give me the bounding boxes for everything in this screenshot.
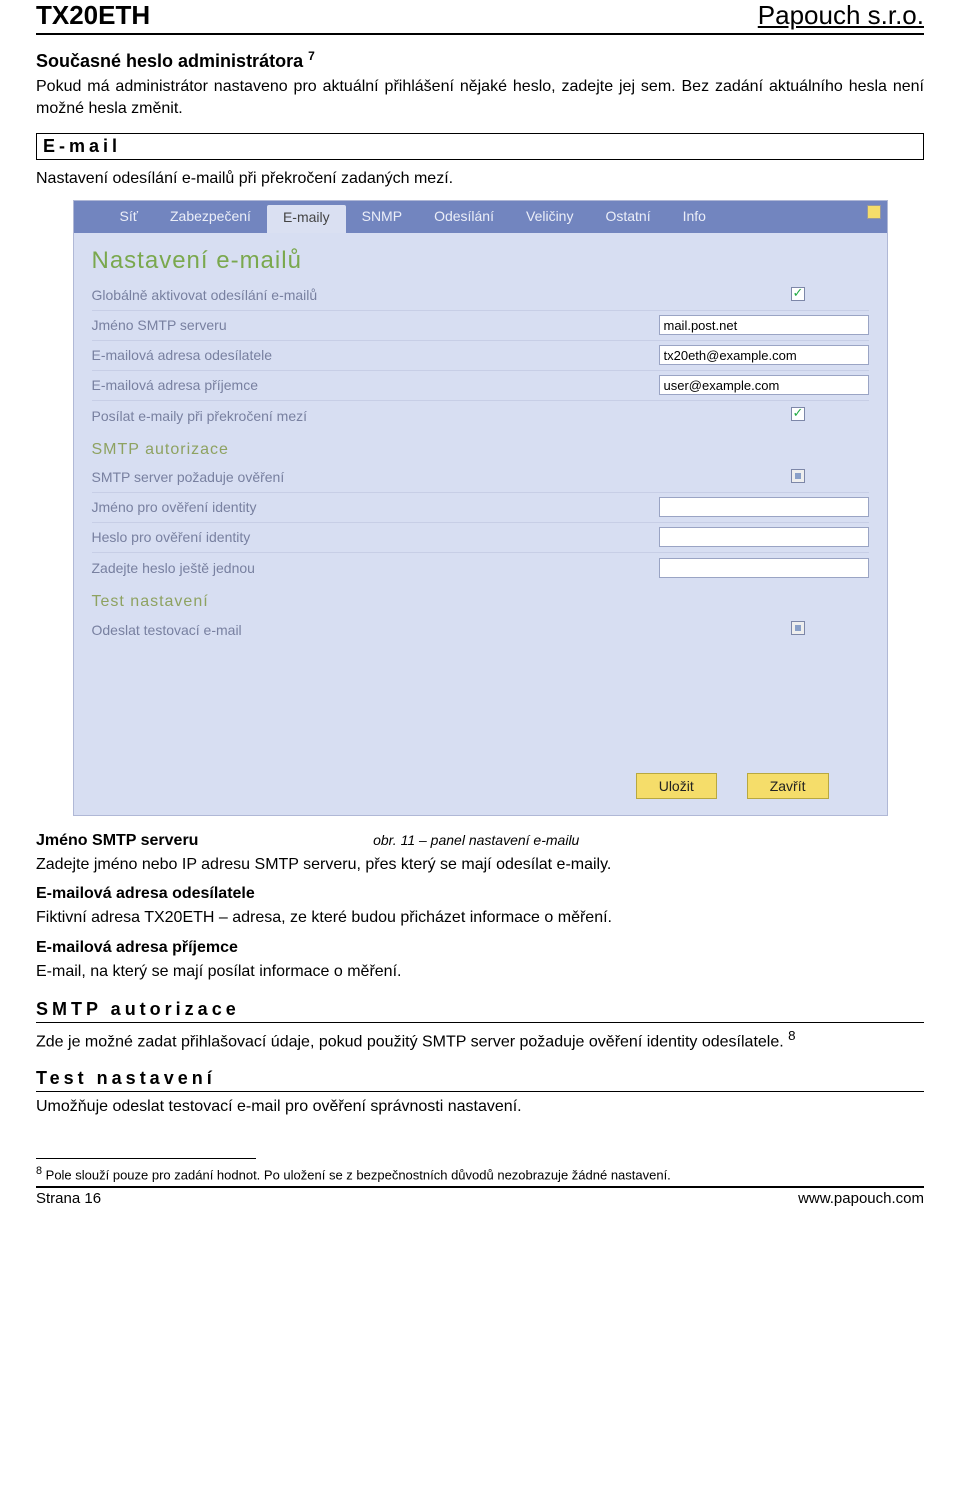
company-name: Papouch s.r.o. [758, 0, 924, 31]
tab-snmp[interactable]: SNMP [346, 201, 418, 233]
row-label: Jméno pro ověření identity [92, 499, 659, 515]
test-heading: Test nastavení [36, 1068, 924, 1092]
email-checkbox[interactable] [791, 407, 805, 421]
figure-caption: obr. 11 – panel nastavení e-mailu [198, 832, 754, 848]
tab-e-maily[interactable]: E-maily [267, 205, 346, 233]
footer-page: Strana 16 [36, 1190, 101, 1207]
recipient-title: E-mailová adresa příjemce [36, 939, 924, 957]
recipient-para: E-mail, na který se mají posílat informa… [36, 961, 924, 983]
row-label: E-mailová adresa odesílatele [92, 347, 659, 363]
sec1-title-text: Současné heslo administrátora [36, 51, 303, 71]
footnote: 8 Pole slouží pouze pro zadání hodnot. P… [36, 1165, 924, 1182]
email-heading: E-mail [36, 133, 924, 160]
sec1-title: Současné heslo administrátora 7 [36, 49, 924, 72]
sender-para: Fiktivní adresa TX20ETH – adresa, ze kte… [36, 907, 924, 929]
email-row: E-mailová adresa odesílatele [92, 341, 869, 371]
footnote-rule [36, 1158, 256, 1159]
sec1-para: Pokud má administrátor nastaveno pro akt… [36, 76, 924, 119]
tab-ostatní[interactable]: Ostatní [589, 201, 666, 233]
email-settings-panel-screenshot: SíťZabezpečeníE-mailySNMPOdesíláníVeliči… [73, 200, 888, 816]
tab-síť[interactable]: Síť [104, 201, 154, 233]
email-row: Posílat e-maily při překročení mezí [92, 401, 869, 431]
row-label: Globálně aktivovat odesílání e-mailů [92, 287, 791, 303]
auth-row: SMTP server požaduje ověření [92, 463, 869, 493]
close-icon[interactable] [867, 205, 881, 219]
row-label: Zadejte heslo ještě jednou [92, 560, 659, 576]
tab-odesílání[interactable]: Odesílání [418, 201, 510, 233]
test-row: Odeslat testovací e-mail [92, 615, 869, 645]
test-checkbox[interactable] [791, 621, 805, 635]
tabbar: SíťZabezpečeníE-mailySNMPOdesíláníVeliči… [74, 201, 887, 233]
auth-row: Jméno pro ověření identity [92, 493, 869, 523]
row-label: SMTP server požaduje ověření [92, 469, 791, 485]
row-label: Odeslat testovací e-mail [92, 622, 791, 638]
email-input[interactable] [659, 345, 869, 365]
tab-veličiny[interactable]: Veličiny [510, 201, 589, 233]
auth-input[interactable] [659, 558, 869, 578]
auth-input[interactable] [659, 497, 869, 517]
email-row: Globálně aktivovat odesílání e-mailů [92, 281, 869, 311]
page-header: TX20ETH Papouch s.r.o. [36, 0, 924, 35]
row-label: Jméno SMTP serveru [92, 317, 659, 333]
auth-subtitle: SMTP autorizace [92, 441, 869, 459]
sec1-sup: 7 [308, 49, 315, 63]
test-para: Umožňuje odeslat testovací e-mail pro ov… [36, 1096, 924, 1118]
save-button[interactable]: Uložit [636, 773, 717, 799]
test-subtitle: Test nastavení [92, 593, 869, 611]
auth-heading: SMTP autorizace [36, 999, 924, 1023]
tab-zabezpečení[interactable]: Zabezpečení [154, 201, 267, 233]
email-intro: Nastavení odesílání e-mailů při překroče… [36, 168, 924, 190]
panel-title: Nastavení e-mailů [92, 247, 869, 275]
smtp-name-title: Jméno SMTP serveru [36, 832, 198, 850]
sender-title: E-mailová adresa odesílatele [36, 885, 924, 903]
page-footer: Strana 16 www.papouch.com [36, 1186, 924, 1207]
email-input[interactable] [659, 315, 869, 335]
auth-para: Zde je možné zadat přihlašovací údaje, p… [36, 1027, 924, 1053]
row-label: Posílat e-maily při překročení mezí [92, 408, 791, 424]
tab-info[interactable]: Info [667, 201, 722, 233]
row-label: Heslo pro ověření identity [92, 529, 659, 545]
product-name: TX20ETH [36, 0, 150, 31]
email-row: E-mailová adresa příjemce [92, 371, 869, 401]
email-checkbox[interactable] [791, 287, 805, 301]
close-button[interactable]: Zavřít [747, 773, 829, 799]
auth-row: Zadejte heslo ještě jednou [92, 553, 869, 583]
auth-row: Heslo pro ověření identity [92, 523, 869, 553]
row-label: E-mailová adresa příjemce [92, 377, 659, 393]
email-row: Jméno SMTP serveru [92, 311, 869, 341]
auth-input[interactable] [659, 527, 869, 547]
footer-url: www.papouch.com [798, 1190, 924, 1207]
auth-checkbox[interactable] [791, 469, 805, 483]
smtp-name-para: Zadejte jméno nebo IP adresu SMTP server… [36, 854, 924, 876]
email-input[interactable] [659, 375, 869, 395]
